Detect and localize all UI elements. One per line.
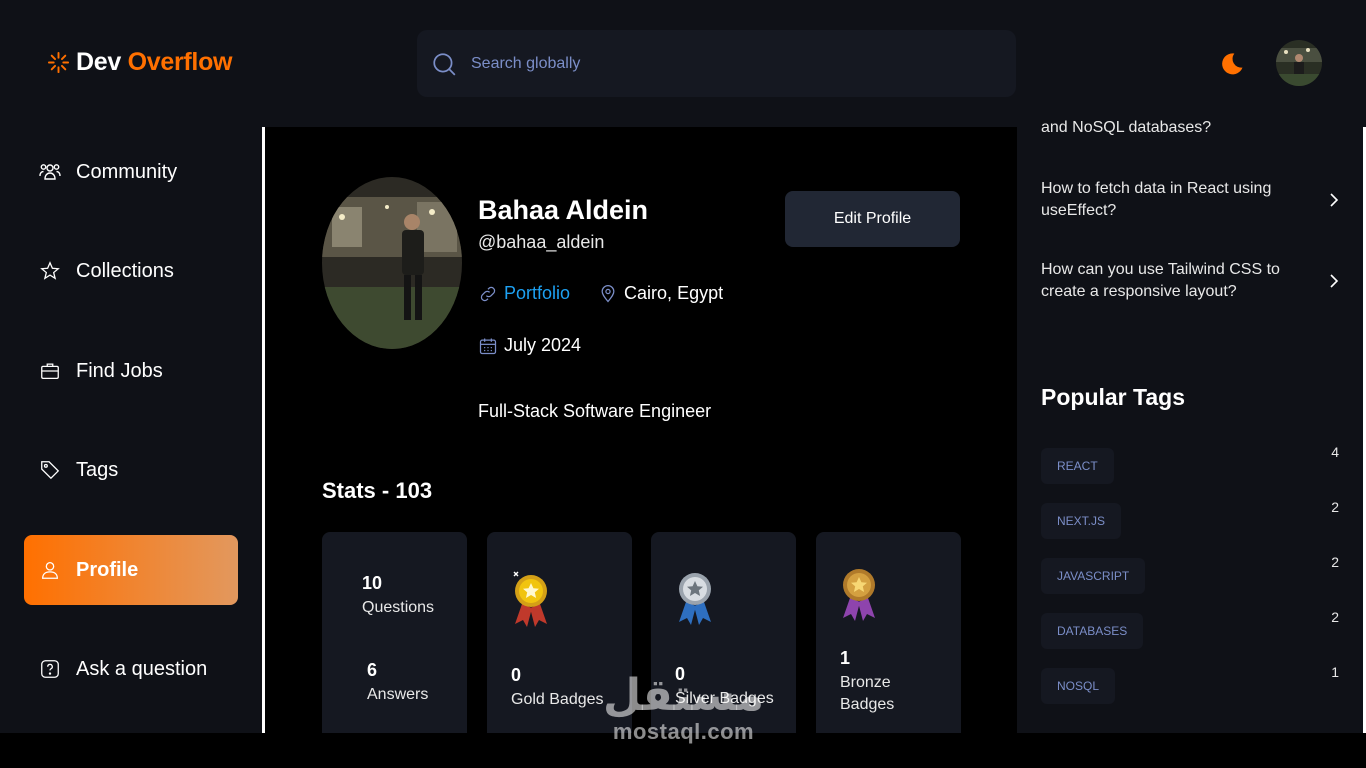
star-icon <box>38 259 62 283</box>
sidebar-item-ask-question[interactable]: Ask a question <box>24 634 238 704</box>
sidebar-item-label: Community <box>76 160 178 183</box>
location-icon <box>601 284 615 302</box>
top-question-item[interactable]: How to fetch data in React using useEffe… <box>1041 178 1341 222</box>
question-icon <box>38 657 62 681</box>
profile-location: Cairo, Egypt <box>624 283 724 303</box>
top-question-item[interactable]: How can you use Tailwind CSS to create a… <box>1041 259 1341 303</box>
popular-tag-row[interactable]: REACT 4 <box>1041 444 1341 484</box>
profile-picture <box>322 177 462 349</box>
bronze-badges-label-line1: Bronze <box>840 674 891 691</box>
top-question-item[interactable]: and NoSQL databases? <box>1041 117 1341 139</box>
tag-icon <box>38 458 62 482</box>
tag-pill[interactable]: REACT <box>1041 448 1114 484</box>
logo-icon <box>47 51 70 74</box>
tag-pill[interactable]: NEXT.JS <box>1041 503 1122 539</box>
popular-tag-row[interactable]: NOSQL 1 <box>1041 664 1341 704</box>
profile-name: Bahaa Aldein <box>478 195 649 225</box>
sidebar-item-community[interactable]: Community <box>24 137 238 207</box>
sidebar-item-label: Find Jobs <box>76 359 163 382</box>
stat-card-bronze-badges: 1 Bronze Badges <box>816 532 961 745</box>
tag-pill[interactable]: NOSQL <box>1041 668 1116 704</box>
gold-badges-label: Gold Badges <box>511 691 604 708</box>
gold-medal-icon <box>513 571 547 627</box>
users-icon <box>38 160 62 184</box>
logo-text-dev: Dev <box>76 48 121 76</box>
questions-count: 10 <box>362 573 383 593</box>
logo-text: Dev Overflow <box>76 48 233 77</box>
sidebar-item-collections[interactable]: Collections <box>24 236 238 306</box>
chevron-right-icon <box>1330 274 1339 288</box>
tag-count: 1 <box>1331 664 1339 680</box>
profile-joined-row: July 2024 <box>478 335 581 356</box>
answers-count: 6 <box>367 660 378 680</box>
sidebar-item-label: Collections <box>76 259 174 282</box>
watermark-arabic: مستقل <box>603 670 764 721</box>
user-icon <box>38 558 62 582</box>
sidebar-item-label: Tags <box>76 458 119 481</box>
tag-count: 2 <box>1331 609 1339 625</box>
silver-medal-icon <box>679 573 711 625</box>
user-avatar[interactable] <box>1276 40 1322 86</box>
sidebar-item-label: Profile <box>76 558 139 581</box>
tag-pill[interactable]: JAVASCRIPT <box>1041 558 1146 594</box>
theme-toggle-button[interactable] <box>1218 50 1246 78</box>
popular-tag-row[interactable]: JAVASCRIPT 2 <box>1041 554 1341 594</box>
top-question-text: How can you use Tailwind CSS to create a… <box>1041 261 1280 300</box>
global-search[interactable] <box>417 30 1016 97</box>
chevron-right-icon <box>1330 193 1339 207</box>
tag-count: 2 <box>1331 554 1339 570</box>
search-icon <box>433 52 456 75</box>
stats-title: Stats - 103 <box>322 478 433 503</box>
bronze-medal-icon <box>843 569 875 621</box>
calendar-icon <box>479 338 497 354</box>
sidebar-item-profile[interactable]: Profile <box>24 535 238 605</box>
questions-label: Questions <box>362 599 435 616</box>
briefcase-icon <box>38 359 62 383</box>
tag-count: 4 <box>1331 444 1339 460</box>
profile-meta-row: Portfolio Cairo, Egypt <box>478 283 723 304</box>
tag-count: 2 <box>1331 499 1339 515</box>
logo-text-overflow: Overflow <box>127 48 233 76</box>
portfolio-link[interactable]: Portfolio <box>504 283 570 304</box>
sidebar-item-find-jobs[interactable]: Find Jobs <box>24 336 238 406</box>
edit-profile-button[interactable]: Edit Profile <box>785 191 960 247</box>
gold-badges-count: 0 <box>511 665 522 685</box>
popular-tag-row[interactable]: DATABASES 2 <box>1041 609 1341 649</box>
top-question-text: and NoSQL databases? <box>1041 119 1212 136</box>
moon-icon <box>1222 53 1243 75</box>
link-icon <box>480 286 496 301</box>
search-input[interactable] <box>471 54 971 73</box>
sidebar-item-label: Ask a question <box>76 657 208 680</box>
profile-photo <box>322 177 462 349</box>
bronze-badges-label-line2: Badges <box>840 696 895 713</box>
stat-card-questions-answers: 10 Questions 6 Answers <box>322 532 467 745</box>
top-question-text: How to fetch data in React using useEffe… <box>1041 180 1272 219</box>
popular-tag-row[interactable]: NEXT.JS 2 <box>1041 499 1341 539</box>
sidebar-item-tags[interactable]: Tags <box>24 435 238 505</box>
app-logo[interactable]: Dev Overflow <box>47 48 233 77</box>
answers-label: Answers <box>367 686 429 703</box>
profile-username: @bahaa_aldein <box>478 232 605 252</box>
profile-joined-date: July 2024 <box>504 335 582 355</box>
watermark: مستقل mostaql.com <box>596 672 771 744</box>
bronze-badges-count: 1 <box>840 648 851 668</box>
profile-bio: Full-Stack Software Engineer <box>478 401 712 421</box>
avatar-image <box>1276 40 1322 86</box>
watermark-latin: mostaql.com <box>612 719 755 744</box>
tag-pill[interactable]: DATABASES <box>1041 613 1144 649</box>
popular-tags-title: Popular Tags <box>1041 384 1185 410</box>
